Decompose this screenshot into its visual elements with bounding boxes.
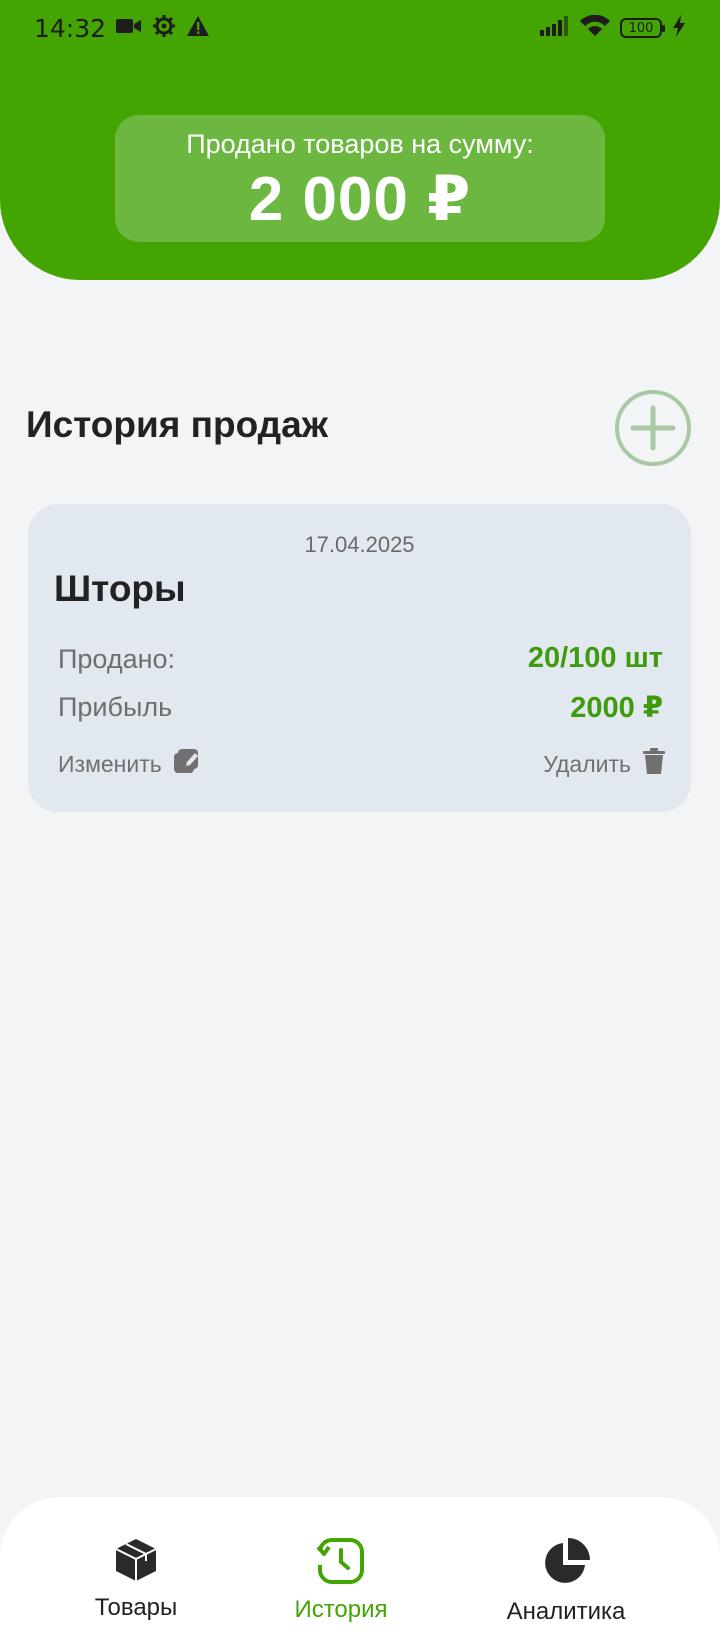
bottom-navigation: Товары История Аналитика [0, 1497, 720, 1650]
sale-card[interactable]: 17.04.2025 Шторы Продано: 20/100 шт Приб… [28, 504, 691, 812]
nav-tab-history[interactable]: История [241, 1537, 441, 1624]
battery-icon: 100 [620, 18, 665, 38]
warning-icon [186, 15, 210, 42]
signal-icon [540, 15, 570, 41]
pie-chart-icon [541, 1537, 591, 1592]
plus-icon [630, 405, 676, 451]
nav-label-history: История [294, 1596, 388, 1623]
nav-label-analytics: Аналитика [506, 1598, 626, 1625]
settings-icon [152, 14, 176, 43]
history-icon [316, 1537, 366, 1590]
status-left: 14:32 [34, 14, 210, 43]
delete-button[interactable]: Удалить [543, 748, 665, 780]
profit-label: Прибыль [58, 692, 173, 722]
charging-icon [672, 14, 686, 42]
add-sale-button[interactable] [615, 390, 691, 466]
edit-label: Изменить [58, 750, 162, 777]
trash-icon [643, 748, 665, 780]
profit-value: 2000 ₽ [570, 692, 663, 724]
sales-total-value: 2 000 ₽ [248, 165, 472, 234]
nav-tab-analytics[interactable]: Аналитика [466, 1537, 666, 1626]
sales-total-card: Продано товаров на сумму: 2 000 ₽ [115, 115, 605, 242]
status-time: 14:32 [34, 13, 107, 43]
edit-button[interactable]: Изменить [58, 748, 200, 780]
header-banner: 14:32 100 Продано товаров на сумму: 2 00… [0, 0, 720, 280]
wifi-icon [580, 14, 610, 42]
page-title: История продаж [26, 404, 328, 445]
sale-product-name: Шторы [54, 568, 186, 609]
status-right: 100 [540, 14, 686, 42]
delete-label: Удалить [543, 750, 631, 777]
nav-tab-products[interactable]: Товары [36, 1537, 236, 1622]
video-camera-icon [116, 17, 142, 40]
sales-total-label: Продано товаров на сумму: [186, 129, 534, 159]
status-bar: 14:32 100 [0, 0, 720, 56]
sold-value: 20/100 шт [527, 642, 663, 674]
sale-date: 17.04.2025 [304, 532, 415, 557]
box-icon [114, 1537, 158, 1588]
edit-icon [173, 748, 200, 780]
nav-label-products: Товары [94, 1594, 178, 1621]
sold-label: Продано: [58, 644, 176, 674]
